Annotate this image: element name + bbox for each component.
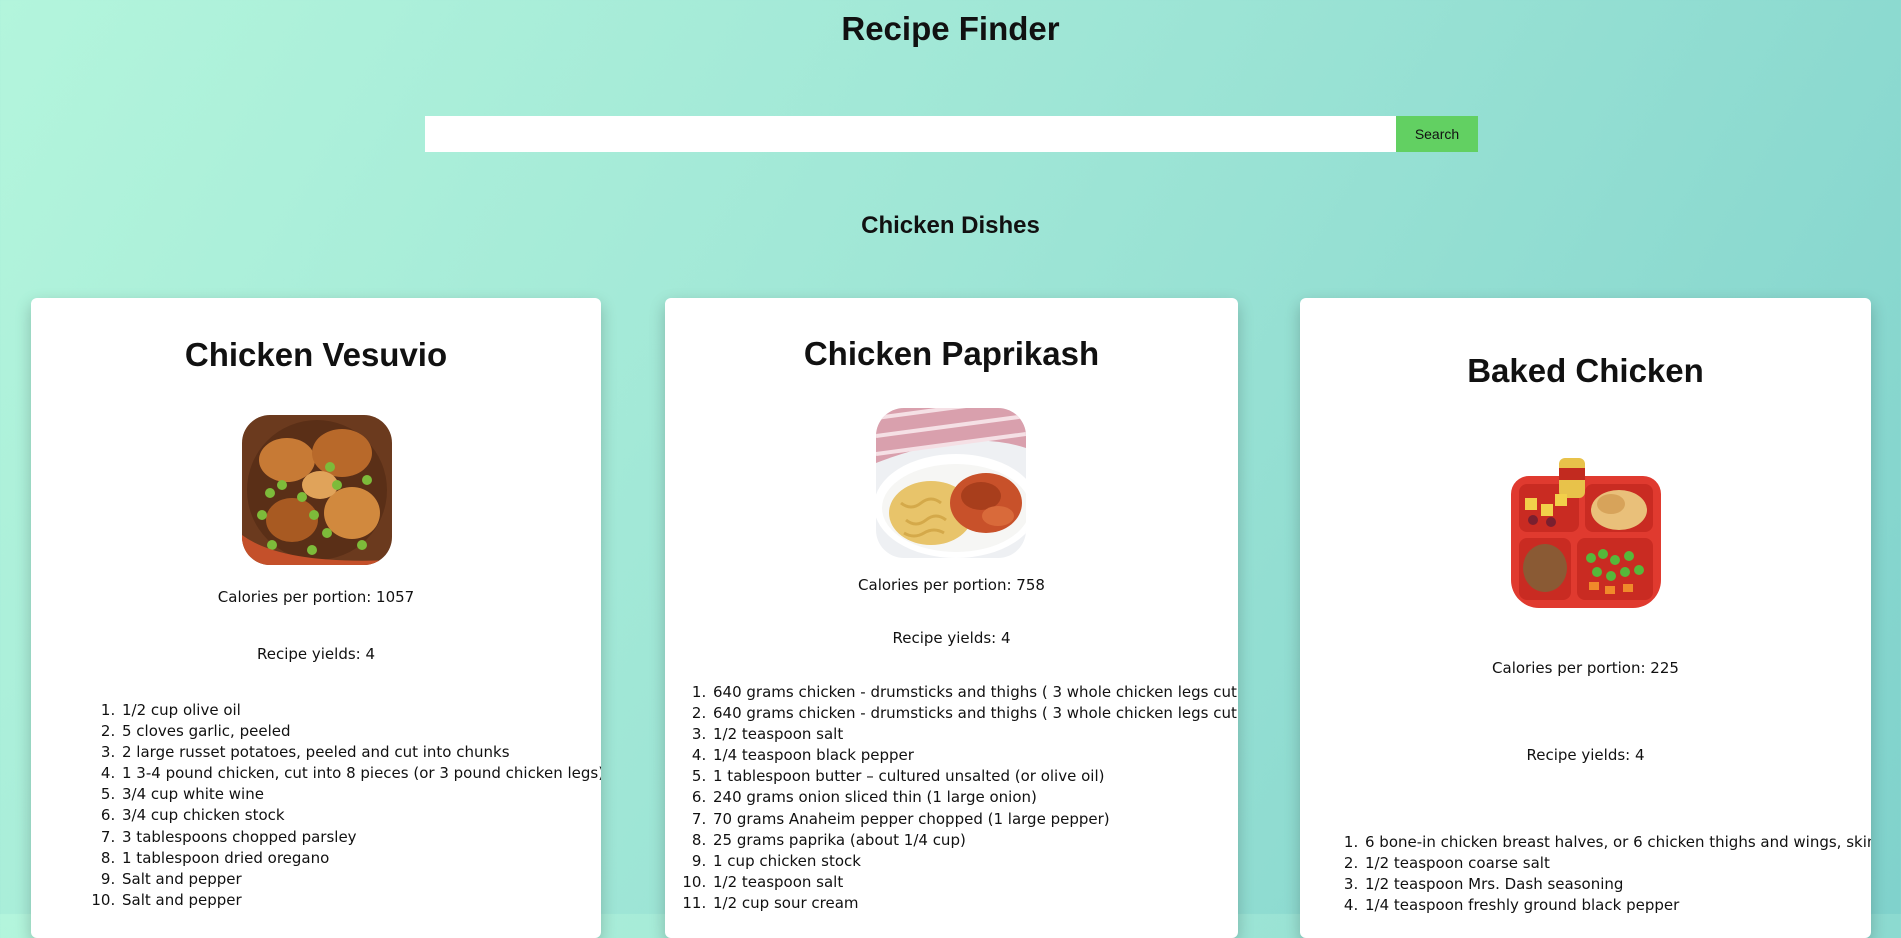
ingredient-item: 70 grams Anaheim pepper chopped (1 large… (711, 809, 1238, 830)
ingredient-item: 1 tablespoon butter – cultured unsalted … (711, 766, 1238, 787)
recipe-image (876, 408, 1026, 558)
recipe-card-chicken-vesuvio: Chicken Vesuvio Calories per portion: 10… (31, 298, 601, 938)
recipe-image (1511, 458, 1661, 608)
section-title: Chicken Dishes (861, 212, 1040, 239)
ingredient-item: 1 tablespoon dried oregano (120, 848, 601, 869)
ingredient-item: Salt and pepper (120, 869, 601, 890)
ingredient-list: 640 grams chicken - drumsticks and thigh… (685, 682, 1238, 914)
calories-text: Calories per portion: 758 (858, 576, 1045, 594)
recipe-card-baked-chicken: Baked Chicken Calories per portion: 225 … (1300, 298, 1871, 938)
ingredient-item: 640 grams chicken - drumsticks and thigh… (711, 703, 1238, 724)
page-title: Recipe Finder (841, 10, 1060, 47)
ingredient-item: 3 tablespoons chopped parsley (120, 827, 601, 848)
calories-text: Calories per portion: 225 (1492, 659, 1679, 677)
ingredient-item: 1/4 teaspoon freshly ground black pepper (1363, 895, 1871, 916)
ingredient-item: 3/4 cup white wine (120, 784, 601, 805)
ingredient-item: 1/2 teaspoon salt (711, 872, 1238, 893)
ingredient-item: Salt and pepper (120, 890, 601, 911)
ingredient-item: 240 grams onion sliced thin (1 large oni… (711, 787, 1238, 808)
ingredient-item: 640 grams chicken - drumsticks and thigh… (711, 682, 1238, 703)
recipe-image (242, 415, 392, 565)
recipe-title: Chicken Vesuvio (184, 336, 448, 373)
ingredient-list: 6 bone-in chicken breast halves, or 6 ch… (1337, 832, 1871, 916)
ingredient-item: 1/2 teaspoon Mrs. Dash seasoning (1363, 874, 1871, 895)
recipe-title: Chicken Paprikash (803, 335, 1100, 372)
ingredient-item: 1/2 cup olive oil (120, 700, 601, 721)
yields-text: Recipe yields: 4 (1526, 746, 1645, 764)
ingredient-item: 2 large russet potatoes, peeled and cut … (120, 742, 601, 763)
ingredient-item: 1/2 cup sour cream (711, 893, 1238, 914)
recipe-card-chicken-paprikash: Chicken Paprikash Calories per portion: … (665, 298, 1238, 938)
search-button[interactable]: Search (1396, 116, 1478, 152)
ingredient-item: 25 grams paprika (about 1/4 cup) (711, 830, 1238, 851)
search-bar: Search (425, 116, 1478, 152)
ingredient-item: 5 cloves garlic, peeled (120, 721, 601, 742)
search-input[interactable] (425, 116, 1396, 152)
ingredient-item: 1/2 teaspoon coarse salt (1363, 853, 1871, 874)
yields-text: Recipe yields: 4 (892, 629, 1011, 647)
ingredient-item: 1 cup chicken stock (711, 851, 1238, 872)
recipe-title: Baked Chicken (1467, 352, 1704, 389)
ingredient-item: 1 3-4 pound chicken, cut into 8 pieces (… (120, 763, 601, 784)
ingredient-item: 3/4 cup chicken stock (120, 805, 601, 826)
ingredient-item: 1/4 teaspoon black pepper (711, 745, 1238, 766)
yields-text: Recipe yields: 4 (256, 645, 376, 663)
calories-text: Calories per portion: 1057 (217, 588, 415, 606)
ingredient-item: 6 bone-in chicken breast halves, or 6 ch… (1363, 832, 1871, 853)
ingredient-item: 1/2 teaspoon salt (711, 724, 1238, 745)
ingredient-list: 1/2 cup olive oil 5 cloves garlic, peele… (94, 700, 601, 911)
